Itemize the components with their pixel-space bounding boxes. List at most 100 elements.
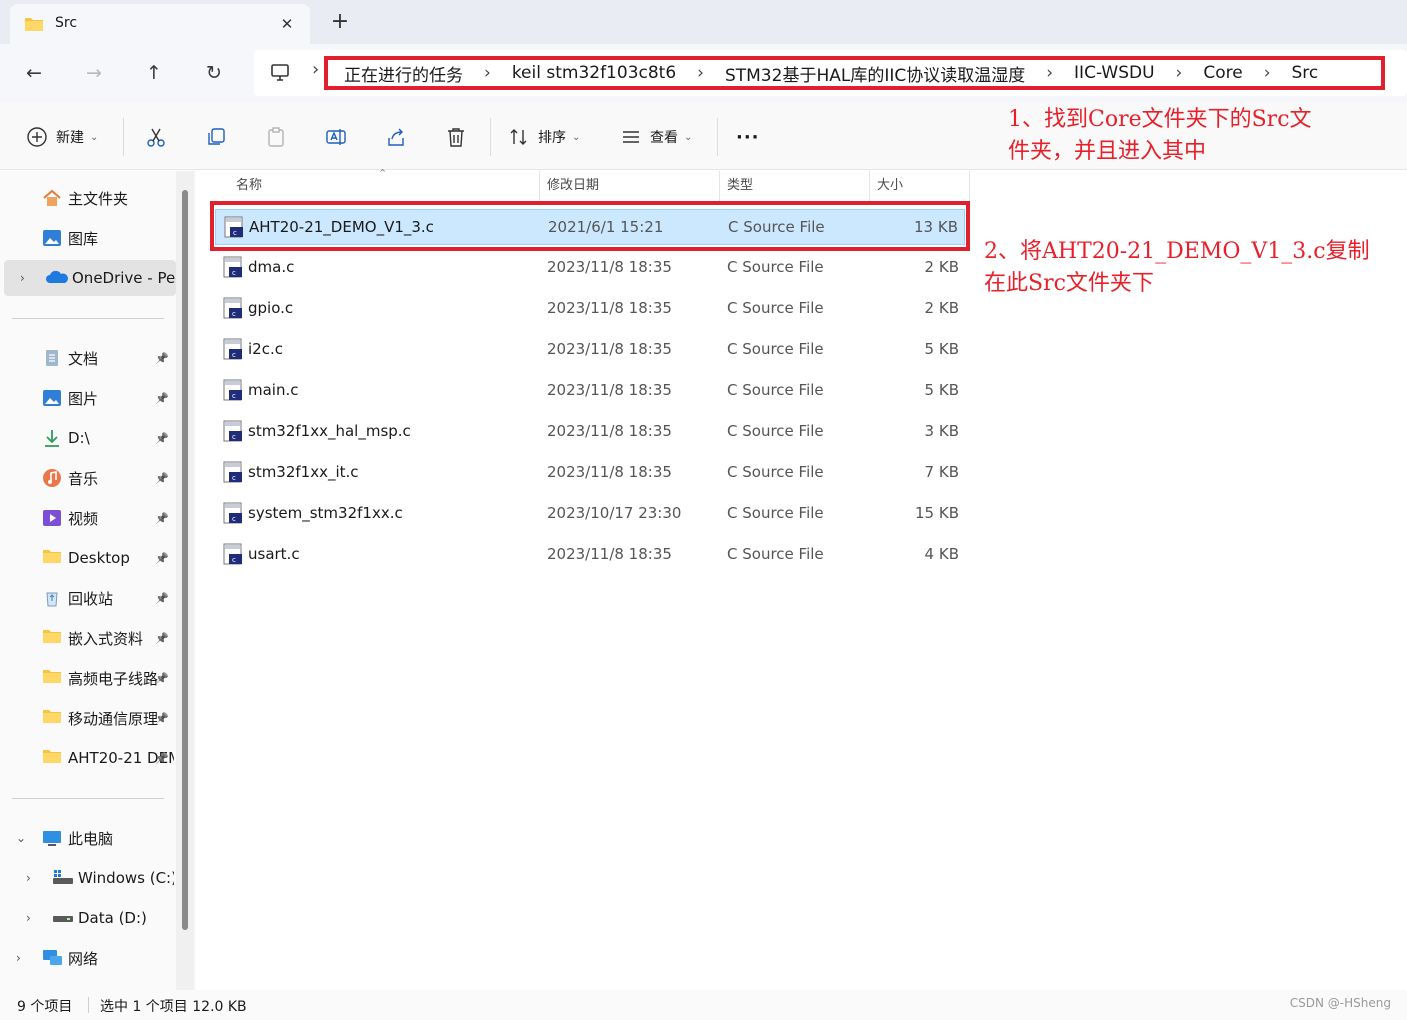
forward-icon[interactable]: → (79, 58, 109, 88)
chevron-right-icon[interactable]: › (484, 63, 491, 83)
file-date: 2023/11/8 18:35 (547, 258, 672, 276)
computer-icon[interactable] (270, 63, 290, 83)
chevron-right-icon[interactable]: › (26, 911, 31, 925)
sidebar-item-this-pc[interactable]: ⌄ 此电脑 (0, 820, 176, 856)
breadcrumb-item[interactable]: IIC-WSDU (1074, 63, 1154, 83)
divider (12, 318, 164, 319)
sidebar-item-pinned[interactable]: 嵌入式资料 📌 (0, 620, 176, 656)
pin-icon: 📌 (155, 351, 169, 365)
sidebar-item-pinned[interactable]: 图片 📌 (0, 380, 176, 416)
rename-button[interactable] (323, 123, 349, 151)
file-type: C Source File (727, 545, 824, 563)
file-row[interactable]: c dma.c 2023/11/8 18:35 C Source File 2 KB (215, 250, 965, 286)
tab-src[interactable]: Src ✕ (10, 4, 310, 44)
new-button[interactable]: 新建 ⌄ (24, 123, 98, 151)
file-size: 2 KB (924, 258, 959, 276)
sidebar-item-onedrive[interactable]: › OneDrive - Per (4, 260, 178, 296)
sidebar-item-pinned[interactable]: Desktop 📌 (0, 540, 176, 576)
chevron-down-icon[interactable]: ⌄ (16, 831, 26, 845)
sidebar-item-pinned[interactable]: 音乐 📌 (0, 460, 176, 496)
file-name: dma.c (248, 258, 295, 276)
breadcrumb-item[interactable]: Core (1203, 63, 1242, 83)
sidebar-item-pinned[interactable]: 移动通信原理 📌 (0, 700, 176, 736)
more-options-button[interactable]: ··· (736, 123, 760, 151)
new-tab-button[interactable]: + (326, 9, 354, 37)
sidebar-item-home[interactable]: 主文件夹 (0, 180, 176, 216)
address-bar[interactable]: › 正在进行的任务 › keil stm32f103c8t6 › STM32基于HAL库… (254, 50, 1407, 96)
close-tab-icon[interactable]: ✕ (276, 13, 298, 35)
chevron-right-icon[interactable]: › (16, 951, 21, 965)
column-header-size[interactable]: 大小 (877, 171, 903, 201)
chevron-right-icon[interactable]: › (312, 59, 319, 80)
share-button[interactable] (383, 123, 409, 151)
c-source-file-icon: c (222, 297, 244, 323)
svg-text:c: c (232, 556, 236, 564)
sidebar-item-pinned[interactable]: AHT20-21 DEMO📌 (0, 740, 176, 776)
file-type: C Source File (727, 422, 824, 440)
c-source-file-icon: c (222, 379, 244, 405)
svg-text:c: c (232, 351, 236, 359)
sort-button[interactable]: 排序 ⌄ (506, 123, 580, 151)
sidebar-item-network[interactable]: › 网络 (0, 940, 176, 976)
svg-text:c: c (232, 269, 236, 277)
refresh-icon[interactable]: ↻ (199, 58, 229, 88)
sidebar-item-pinned[interactable]: 高频电子线路 📌 (0, 660, 176, 696)
back-icon[interactable]: ← (19, 58, 49, 88)
column-header-name[interactable]: 名称 (236, 171, 262, 201)
annotation-note-1: 1、找到Core文件夹下的Src文 件夹，并且进入其中 (1008, 104, 1312, 168)
up-icon[interactable]: ↑ (139, 58, 169, 88)
file-row[interactable]: c usart.c 2023/11/8 18:35 C Source File 4 KB (215, 537, 965, 573)
sidebar-item-pinned[interactable]: 回收站 📌 (0, 580, 176, 616)
tab-title: Src (55, 15, 78, 31)
clipboard-icon (263, 124, 289, 150)
chevron-right-icon[interactable]: › (697, 63, 704, 83)
breadcrumb-item[interactable]: STM32基于HAL库的IIC协议读取温湿度 (725, 61, 1025, 86)
sidebar-scrollbar-thumb[interactable] (182, 190, 188, 930)
cut-button[interactable] (143, 123, 169, 151)
breadcrumb-item[interactable]: 正在进行的任务 (344, 61, 463, 86)
annotation-note-1-line-1: 1、找到Core文件夹下的Src文 (1008, 107, 1312, 132)
svg-text:c: c (232, 433, 236, 441)
file-row[interactable]: c stm32f1xx_it.c 2023/11/8 18:35 C Source F… (215, 455, 965, 491)
view-button[interactable]: 查看 ⌄ (618, 123, 692, 151)
sidebar-item-gallery[interactable]: 图库 (0, 220, 176, 256)
chevron-right-icon[interactable]: › (1264, 63, 1271, 83)
breadcrumb-item[interactable]: keil stm32f103c8t6 (512, 63, 676, 83)
sidebar-item-pinned[interactable]: 文档 📌 (0, 340, 176, 376)
selection-info: 选中 1 个项目 12.0 KB (100, 999, 247, 1015)
divider (490, 118, 491, 156)
folder-icon (42, 708, 62, 728)
file-row[interactable]: c gpio.c 2023/11/8 18:35 C Source File 2 KB (215, 291, 965, 327)
column-divider[interactable] (719, 171, 720, 201)
copy-button[interactable] (203, 123, 229, 151)
breadcrumb-item[interactable]: Src (1292, 63, 1319, 83)
this-pc-icon (42, 828, 62, 848)
sidebar-item-pinned[interactable]: D:\ 📌 (0, 420, 176, 456)
file-row[interactable]: c i2c.c 2023/11/8 18:35 C Source File 5 KB (215, 332, 965, 368)
sidebar-item-drive-c[interactable]: › Windows (C:) (0, 860, 176, 896)
file-size: 7 KB (924, 463, 959, 481)
file-row[interactable]: c system_stm32f1xx.c 2023/10/17 23:30 C Sou… (215, 496, 965, 532)
file-row[interactable]: c main.c 2023/11/8 18:35 C Source File 5 KB (215, 373, 965, 409)
paste-button[interactable] (263, 123, 289, 151)
column-divider[interactable] (969, 171, 970, 201)
sidebar-item-drive-d[interactable]: › Data (D:) (0, 900, 176, 936)
c-source-file-icon: c (222, 256, 244, 282)
sidebar-item-pinned[interactable]: 视频 📌 (0, 500, 176, 536)
chevron-down-icon: ⌄ (684, 131, 693, 143)
view-label: 查看 (650, 130, 678, 146)
chevron-right-icon[interactable]: › (26, 871, 31, 885)
column-header-type[interactable]: 类型 (727, 171, 753, 201)
chevron-right-icon[interactable]: › (1046, 63, 1053, 83)
file-row[interactable]: c stm32f1xx_hal_msp.c 2023/11/8 18:35 C Sou… (215, 414, 965, 450)
chevron-right-icon[interactable]: › (1176, 63, 1183, 83)
column-divider[interactable] (869, 171, 870, 201)
file-name: i2c.c (248, 340, 283, 358)
file-date: 2023/11/8 18:35 (547, 545, 672, 563)
file-size: 2 KB (924, 299, 959, 317)
column-header-date[interactable]: 修改日期 (547, 171, 599, 201)
item-count: 9 个项目 (17, 999, 73, 1015)
column-divider[interactable] (539, 171, 540, 201)
delete-button[interactable] (443, 123, 469, 151)
chevron-right-icon[interactable]: › (20, 271, 25, 285)
